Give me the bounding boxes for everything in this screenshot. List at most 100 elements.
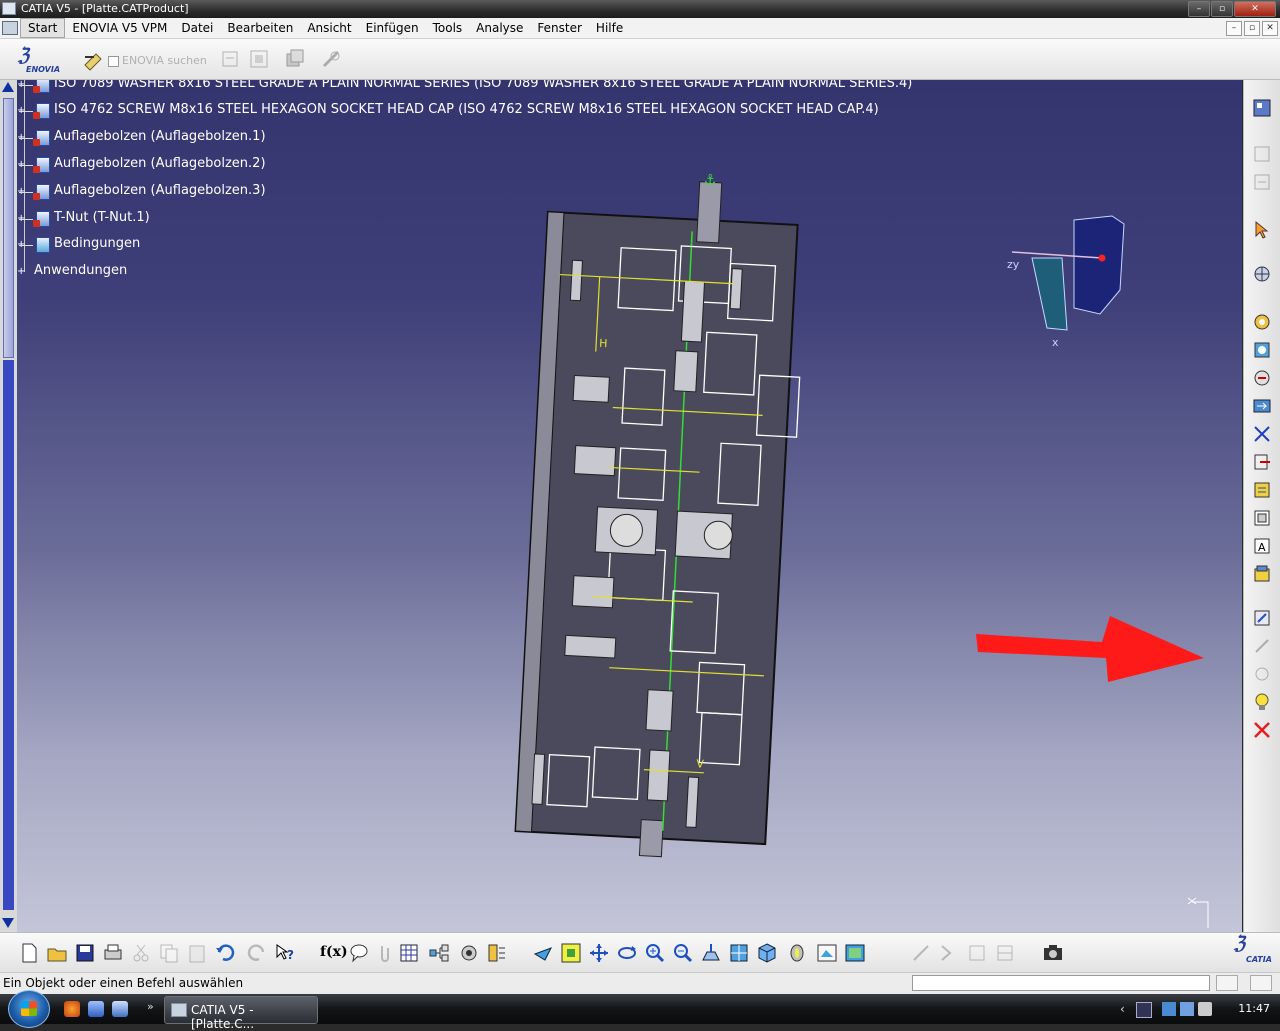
coincidence-constraint-icon[interactable] (1252, 312, 1272, 332)
flexible-subassembly-icon[interactable] (1252, 508, 1272, 528)
manipulation-icon[interactable] (1252, 264, 1272, 284)
rotate-icon[interactable] (616, 942, 638, 964)
pan-icon[interactable] (588, 942, 610, 964)
enovia-save-icon[interactable] (248, 48, 270, 70)
new-document-icon[interactable] (18, 942, 40, 964)
multi-view-icon[interactable] (728, 942, 750, 964)
menu-start[interactable]: Start (20, 18, 66, 38)
menu-ansicht[interactable]: Ansicht (300, 18, 358, 38)
tree-node-label[interactable]: Auflagebolzen (Auflagebolzen.1) (54, 129, 266, 144)
show-desktop-icon[interactable] (112, 1001, 128, 1017)
doc-minimize-button[interactable]: – (1226, 21, 1242, 36)
3d-viewport[interactable]: + ISO 7089 WASHER 8x16 STEEL GRADE A PLA… (17, 80, 1242, 932)
analysis-d-icon[interactable] (994, 942, 1016, 964)
tree-node-label[interactable]: T-Nut (T-Nut.1) (54, 210, 150, 225)
tree-node-label[interactable]: Bedingungen (54, 236, 140, 251)
explode-icon[interactable] (1252, 636, 1272, 656)
tree-scrollbar[interactable] (0, 80, 17, 932)
knowledge-icon[interactable] (458, 942, 480, 964)
assembly-model[interactable]: H V ⚓ (487, 170, 827, 870)
normal-view-icon[interactable] (700, 942, 722, 964)
tree-node-label[interactable]: Auflagebolzen (Auflagebolzen.3) (54, 183, 266, 198)
start-button[interactable] (8, 990, 50, 1028)
save-icon[interactable] (74, 942, 96, 964)
minimize-button[interactable]: – (1188, 1, 1210, 17)
paste-icon[interactable] (186, 942, 208, 964)
analysis-a-icon[interactable] (910, 942, 932, 964)
print-icon[interactable] (102, 942, 124, 964)
status-button-2[interactable] (1250, 975, 1272, 991)
tree-node-label[interactable]: Auflagebolzen (Auflagebolzen.2) (54, 156, 266, 171)
whats-this-help-icon[interactable]: ? (274, 942, 296, 964)
scroll-down-arrow-icon[interactable] (2, 918, 14, 928)
tray-network-icon[interactable] (1162, 1002, 1176, 1016)
tray-display-icon[interactable] (1180, 1002, 1194, 1016)
angle-constraint-icon[interactable] (1252, 396, 1272, 416)
firefox-icon[interactable] (64, 1001, 80, 1017)
fly-mode-icon[interactable] (532, 942, 554, 964)
close-button[interactable]: ✕ (1234, 1, 1276, 17)
fit-all-in-icon[interactable] (560, 942, 582, 964)
doc-close-button[interactable]: ✕ (1262, 21, 1278, 36)
menu-fenster[interactable]: Fenster (530, 18, 589, 38)
change-constraint-icon[interactable]: A (1252, 536, 1272, 556)
quick-constraint-icon[interactable] (1252, 480, 1272, 500)
tree-node-label[interactable]: ISO 7089 WASHER 8x16 STEEL GRADE A PLAIN… (54, 80, 912, 91)
catia-app-icon[interactable] (2, 2, 16, 15)
attachment-icon[interactable] (374, 942, 396, 964)
contact-constraint-icon[interactable] (1252, 340, 1272, 360)
tree-node-label[interactable]: ISO 4762 SCREW M8x16 STEEL HEXAGON SOCKE… (54, 102, 879, 117)
status-button-1[interactable] (1216, 975, 1238, 991)
table-icon[interactable] (398, 942, 420, 964)
product-structure-icon[interactable] (1252, 98, 1272, 118)
undo-icon[interactable] (214, 942, 236, 964)
doc-restore-button[interactable]: ▫ (1244, 21, 1260, 36)
scroll-track[interactable] (3, 360, 14, 910)
explorer-icon[interactable] (88, 1001, 104, 1017)
light-bulb-icon[interactable] (1252, 692, 1272, 712)
isometric-view-icon[interactable] (756, 942, 778, 964)
document-icon[interactable] (2, 21, 18, 35)
swap-visible-space-icon[interactable] (844, 942, 866, 964)
insert-component-icon[interactable] (1252, 144, 1272, 164)
comment-icon[interactable] (348, 942, 370, 964)
compass-axis-icon[interactable]: zy x (1002, 210, 1132, 350)
select-arrow-icon[interactable] (1252, 220, 1272, 240)
enovia-tool-icon[interactable] (82, 49, 104, 71)
formula-icon[interactable]: f(x) (320, 944, 348, 960)
enovia-search-toggle[interactable]: ENOVIA suchen (108, 54, 207, 67)
maximize-button[interactable]: ▫ (1211, 1, 1233, 17)
analysis-b-icon[interactable] (938, 942, 960, 964)
tray-z-icon[interactable] (1136, 1002, 1152, 1018)
menu-enovia-vpm[interactable]: ENOVIA V5 VPM (65, 18, 174, 38)
menu-einfuegen[interactable]: Einfügen (359, 18, 426, 38)
measure-icon[interactable] (486, 942, 508, 964)
menu-bearbeiten[interactable]: Bearbeiten (220, 18, 300, 38)
menu-tools[interactable]: Tools (426, 18, 470, 38)
fix-component-icon[interactable] (1252, 424, 1272, 444)
zoom-in-icon[interactable] (644, 942, 666, 964)
analysis-c-icon[interactable] (966, 942, 988, 964)
scroll-up-arrow-icon[interactable] (2, 82, 14, 92)
offset-constraint-icon[interactable] (1252, 368, 1272, 388)
taskbar-catia-button[interactable]: CATIA V5 - [Platte.C... (164, 996, 318, 1031)
scroll-thumb[interactable] (3, 98, 14, 358)
cut-icon[interactable] (130, 942, 152, 964)
remove-icon[interactable] (1252, 720, 1272, 740)
update-icon[interactable] (1252, 608, 1272, 628)
power-input-field[interactable] (912, 975, 1210, 991)
clash-icon[interactable] (1252, 664, 1272, 684)
camera-icon[interactable] (1042, 942, 1064, 964)
insert-product-icon[interactable] (1252, 172, 1272, 192)
tray-expand-icon[interactable]: ‹ (1120, 1002, 1134, 1016)
quicklaunch-overflow-icon[interactable]: » (147, 1000, 154, 1013)
tray-volume-icon[interactable] (1198, 1002, 1212, 1016)
expand-icon[interactable]: + (17, 267, 25, 277)
fix-together-icon[interactable] (1252, 452, 1272, 472)
zoom-out-icon[interactable] (672, 942, 694, 964)
hide-show-icon[interactable] (816, 942, 838, 964)
enovia-lock-icon[interactable] (320, 48, 342, 70)
reuse-pattern-icon[interactable] (1252, 564, 1272, 584)
copy-icon[interactable] (158, 942, 180, 964)
menu-hilfe[interactable]: Hilfe (589, 18, 630, 38)
